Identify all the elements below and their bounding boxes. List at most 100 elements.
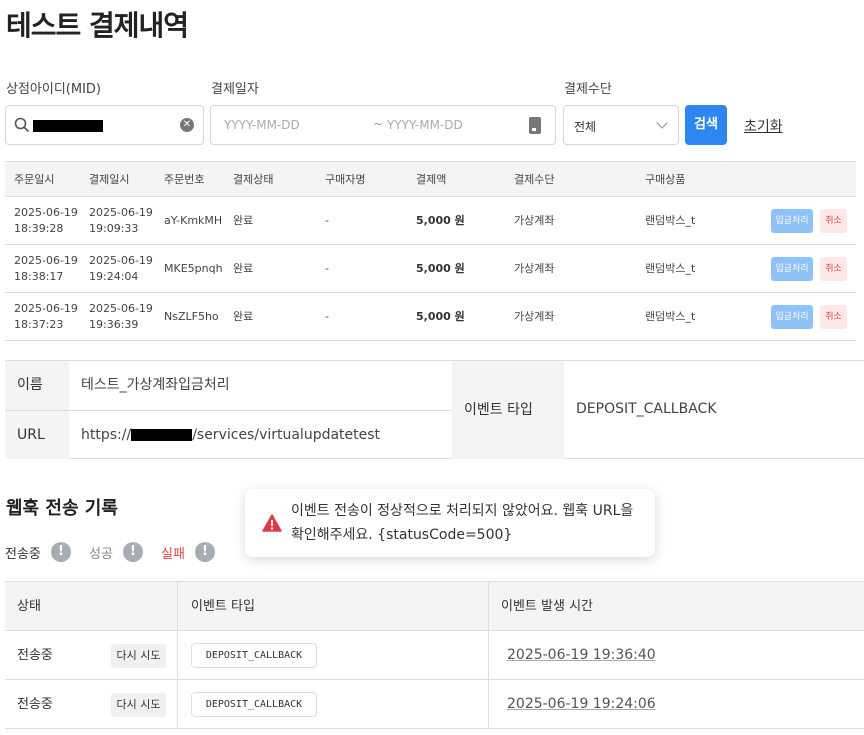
- redacted-mid: [33, 120, 103, 132]
- payments-table-header: 주문일시 결제일시 주문번호 결제상태 구매자명 결제액 결제수단 구매상품: [5, 161, 856, 197]
- table-row[interactable]: 2025-06-19 18:38:17 2025-06-19 19:24:04 MK…: [5, 245, 856, 293]
- retry-button[interactable]: 다시 시도: [111, 693, 166, 717]
- payments-table: 주문일시 결제일시 주문번호 결제상태 구매자명 결제액 결제수단 구매상품 2…: [5, 161, 856, 341]
- calendar-icon[interactable]: [529, 117, 541, 134]
- table-row[interactable]: 2025-06-19 18:39:28 2025-06-19 19:09:33 aY…: [5, 197, 856, 245]
- chevron-down-icon: [656, 117, 668, 129]
- order-datetime: 2025-06-19 18:37:23: [14, 302, 78, 331]
- col-header: 결제액: [416, 173, 447, 186]
- paid-datetime: 2025-06-19 19:24:04: [89, 254, 153, 283]
- info-icon[interactable]: !: [123, 542, 143, 562]
- toast-message: 이벤트 전송이 정상적으로 처리되지 않았어요. 웹훅 URL을 확인해주세요.…: [291, 503, 634, 543]
- page-title: 테스트 결제내역: [6, 9, 189, 42]
- order-datetime: 2025-06-19 18:38:17: [14, 254, 78, 283]
- reset-button[interactable]: 초기화: [744, 116, 783, 136]
- cancel-button[interactable]: 취소: [820, 209, 847, 233]
- payment-status: 완료: [233, 310, 254, 323]
- cancel-button[interactable]: 취소: [820, 305, 847, 329]
- event-type-tag: DEPOSIT_CALLBACK: [191, 692, 317, 717]
- event-type-label: 이벤트 타입: [452, 361, 564, 459]
- event-type-tag: DEPOSIT_CALLBACK: [191, 643, 317, 668]
- history-table: 상태 이벤트 타입 이벤트 발생 시간 전송중 다시 시도 DEPOSIT_CA…: [5, 581, 864, 729]
- divider: [177, 582, 178, 630]
- product: 랜덤박스_t: [645, 310, 696, 323]
- warning-icon: [262, 514, 282, 532]
- method-label: 결제수단: [564, 82, 612, 97]
- divider: [488, 631, 489, 679]
- buyer-name: -: [325, 214, 329, 227]
- history-table-header: 상태 이벤트 타입 이벤트 발생 시간: [5, 581, 864, 631]
- col-header: 이벤트 발생 시간: [501, 599, 593, 614]
- paid-datetime: 2025-06-19 19:36:39: [89, 302, 153, 331]
- divider: [177, 680, 178, 728]
- webhook-url: https:///services/virtualupdatetest: [81, 427, 381, 443]
- clear-icon[interactable]: ✕: [180, 118, 194, 132]
- divider: [177, 631, 178, 679]
- search-icon: [14, 117, 30, 133]
- col-header: 이벤트 타입: [191, 599, 255, 614]
- date-to-input[interactable]: YYYY-MM-DD: [387, 118, 463, 132]
- divider: [488, 582, 489, 630]
- col-header: 결제상태: [233, 173, 274, 186]
- send-status: 전송중: [17, 648, 53, 663]
- payment-status: 완료: [233, 262, 254, 275]
- event-type-value: DEPOSIT_CALLBACK: [576, 401, 717, 417]
- webhook-info-table: 이름 테스트_가상계좌입금처리 URL https:///services/vi…: [5, 360, 864, 459]
- col-header: 구매상품: [645, 173, 686, 186]
- order-number: MKE5pnqh: [164, 262, 223, 275]
- product: 랜덤박스_t: [645, 214, 696, 227]
- url-label: URL: [5, 411, 69, 459]
- order-datetime: 2025-06-19 18:39:28: [14, 206, 78, 235]
- retry-button[interactable]: 다시 시도: [111, 644, 166, 668]
- info-icon[interactable]: !: [195, 542, 215, 562]
- method-select[interactable]: 전체: [563, 105, 679, 145]
- payment-method: 가상계좌: [514, 214, 555, 227]
- webhook-name: 테스트_가상계좌입금처리: [81, 377, 230, 393]
- amount: 5,000 원: [416, 262, 465, 275]
- table-row: 전송중 다시 시도 DEPOSIT_CALLBACK 2025-06-19 19…: [5, 631, 864, 680]
- mid-label: 상점아이디(MID): [6, 82, 102, 97]
- order-number: NsZLF5ho: [164, 310, 219, 323]
- buyer-name: -: [325, 310, 329, 323]
- error-toast: 이벤트 전송이 정상적으로 처리되지 않았어요. 웹훅 URL을 확인해주세요.…: [245, 489, 655, 557]
- send-status: 전송중: [17, 697, 53, 712]
- amount: 5,000 원: [416, 310, 465, 323]
- product: 랜덤박스_t: [645, 262, 696, 275]
- history-title: 웹훅 전송 기록: [6, 498, 118, 519]
- date-separator: ~: [373, 117, 384, 131]
- event-time-link[interactable]: 2025-06-19 19:24:06: [507, 680, 656, 729]
- date-label: 결제일자: [211, 82, 259, 97]
- deposit-button[interactable]: 입금처리: [771, 257, 813, 281]
- col-header: 구매자명: [325, 173, 366, 186]
- redacted-host: [131, 429, 193, 441]
- col-header: 주문번호: [164, 173, 205, 186]
- method-select-value: 전체: [574, 120, 597, 134]
- search-button[interactable]: 검색: [685, 105, 727, 145]
- col-header: 결제일시: [89, 173, 130, 186]
- status-filter-failed[interactable]: 실패: [161, 543, 185, 562]
- deposit-button[interactable]: 입금처리: [771, 305, 813, 329]
- buyer-name: -: [325, 262, 329, 275]
- cancel-button[interactable]: 취소: [820, 257, 847, 281]
- payment-method: 가상계좌: [514, 262, 555, 275]
- table-row[interactable]: 2025-06-19 18:37:23 2025-06-19 19:36:39 Ns…: [5, 293, 856, 341]
- order-number: aY-KmkMH: [164, 214, 223, 227]
- payment-method: 가상계좌: [514, 310, 555, 323]
- paid-datetime: 2025-06-19 19:09:33: [89, 206, 153, 235]
- date-range-picker[interactable]: YYYY-MM-DD ~ YYYY-MM-DD: [210, 105, 556, 145]
- date-from-input[interactable]: YYYY-MM-DD: [224, 118, 300, 132]
- info-icon[interactable]: !: [51, 542, 71, 562]
- col-header: 주문일시: [14, 173, 55, 186]
- event-time-link[interactable]: 2025-06-19 19:36:40: [507, 631, 656, 680]
- divider: [488, 680, 489, 728]
- payment-status: 완료: [233, 214, 254, 227]
- mid-search-input[interactable]: ✕: [5, 105, 204, 145]
- status-filter-success[interactable]: 성공: [89, 543, 113, 562]
- name-label: 이름: [5, 361, 69, 410]
- status-filter-sending[interactable]: 전송중: [5, 543, 41, 562]
- amount: 5,000 원: [416, 214, 465, 227]
- col-header: 결제수단: [514, 173, 555, 186]
- table-row: 전송중 다시 시도 DEPOSIT_CALLBACK 2025-06-19 19…: [5, 680, 864, 729]
- col-header: 상태: [17, 599, 41, 614]
- deposit-button[interactable]: 입금처리: [771, 209, 813, 233]
